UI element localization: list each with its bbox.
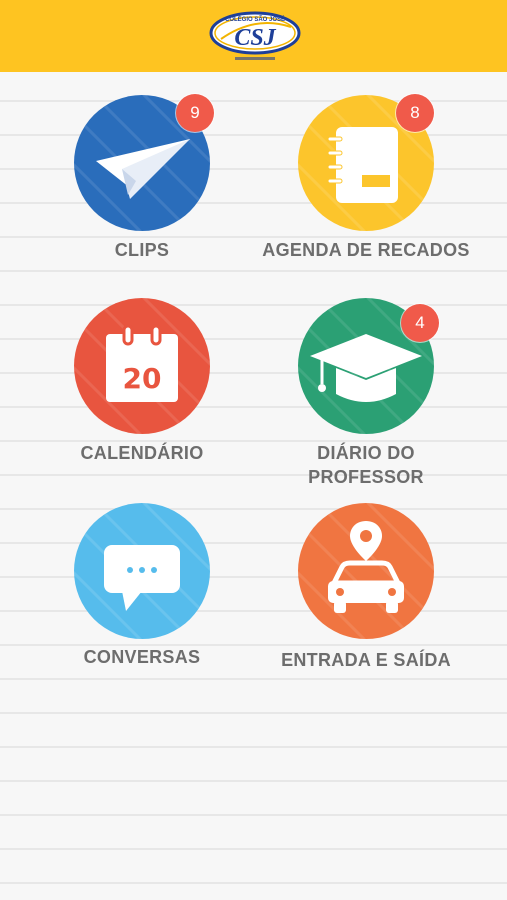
agenda-badge: 8 <box>396 94 434 132</box>
teacher-diary-label-line2: PROFESSOR <box>308 467 424 487</box>
entry-exit-label[interactable]: ENTRADA E SAÍDA <box>266 648 466 672</box>
calendar-label[interactable]: CALENDÁRIO <box>60 441 224 465</box>
conversations-label[interactable]: CONVERSAS <box>60 645 224 669</box>
agenda-label[interactable]: AGENDA DE RECADOS <box>256 238 476 262</box>
teacher-diary-label-line1: DIÁRIO DO <box>317 443 415 463</box>
entry-exit-button[interactable] <box>298 503 434 639</box>
school-logo: COLÉGIO SÃO JOSÉ CSJ <box>207 9 303 65</box>
teacher-diary-badge: 4 <box>401 304 439 342</box>
calendar-button[interactable]: 20 <box>74 298 210 434</box>
conversations-button[interactable] <box>74 503 210 639</box>
teacher-diary-label[interactable]: DIÁRIO DO PROFESSOR <box>276 441 456 489</box>
car-location-icon <box>298 503 434 639</box>
svg-text:COLÉGIO SÃO JOSÉ: COLÉGIO SÃO JOSÉ <box>225 15 285 23</box>
app-header: COLÉGIO SÃO JOSÉ CSJ <box>0 0 507 72</box>
clips-badge: 9 <box>176 94 214 132</box>
calendar-icon: 20 <box>74 298 210 434</box>
calendar-day: 20 <box>123 362 162 395</box>
clips-label[interactable]: CLIPS <box>74 238 210 262</box>
chat-bubble-icon <box>74 503 210 639</box>
